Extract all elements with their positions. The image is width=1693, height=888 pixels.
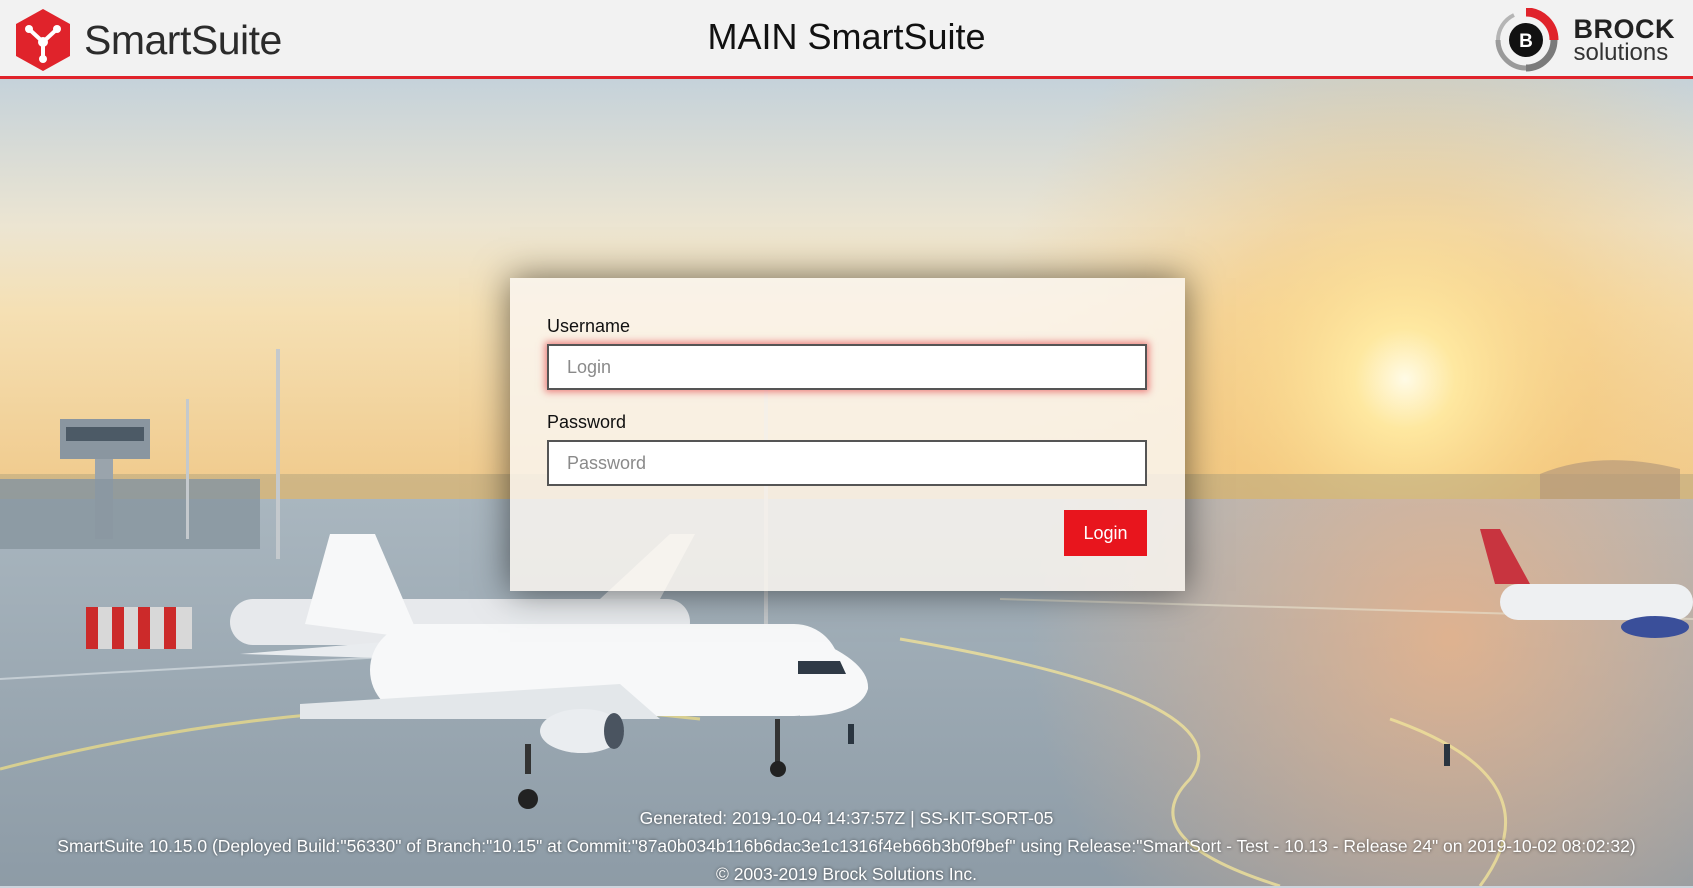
version-info: SmartSuite 10.15.0 (Deployed Build:"5633… [57, 836, 1636, 856]
password-input[interactable] [547, 440, 1147, 486]
app-header: SmartSuite MAIN SmartSuite B BROCK solut… [0, 0, 1693, 79]
username-input[interactable] [547, 344, 1147, 390]
login-panel: Username Password Login [510, 278, 1185, 591]
brock-b-logo-icon: B [1495, 8, 1558, 72]
copyright-text: © 2003-2019 Brock Solutions Inc. [716, 864, 977, 884]
username-label: Username [547, 316, 631, 336]
partner-subtitle: solutions [1573, 38, 1669, 66]
login-button[interactable]: Login [1064, 510, 1147, 556]
partner-logo-letter: B [1519, 31, 1533, 52]
password-label: Password [547, 412, 627, 432]
page-title: MAIN SmartSuite [707, 16, 986, 57]
footer: Generated: 2019-10-04 14:37:57Z | SS-KIT… [0, 804, 1693, 888]
generated-info: Generated: 2019-10-04 14:37:57Z | SS-KIT… [639, 808, 1054, 828]
partner-logo: B BROCK solutions [1486, 8, 1676, 72]
